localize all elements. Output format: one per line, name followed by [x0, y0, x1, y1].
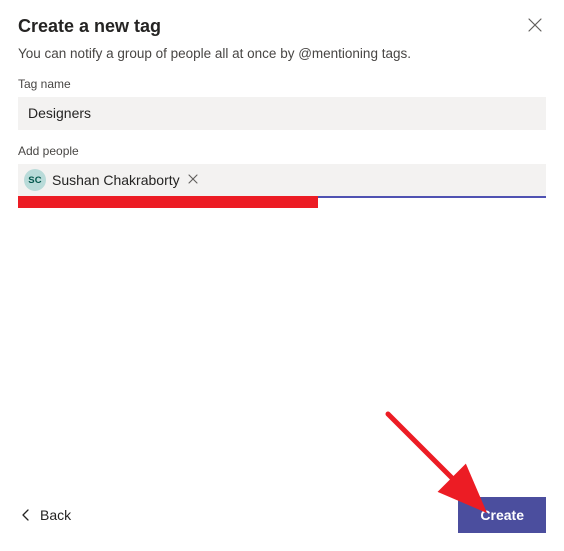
avatar: SC	[24, 169, 46, 191]
add-people-label: Add people	[18, 144, 546, 158]
person-chip-name: Sushan Chakraborty	[52, 172, 180, 188]
dialog-spacer	[18, 208, 546, 487]
redaction-bar	[18, 196, 318, 208]
dialog-title: Create a new tag	[18, 16, 161, 37]
chevron-left-icon	[22, 509, 30, 521]
create-tag-dialog: Create a new tag You can notify a group …	[0, 0, 564, 551]
dialog-header: Create a new tag	[18, 16, 546, 38]
tag-name-label: Tag name	[18, 77, 546, 91]
back-button[interactable]: Back	[18, 501, 75, 529]
person-chip[interactable]: SC Sushan Chakraborty	[24, 169, 200, 191]
tag-name-input[interactable]	[18, 97, 546, 130]
dialog-footer: Back Create	[18, 487, 546, 533]
chip-remove-button[interactable]	[186, 171, 200, 189]
dialog-subtitle: You can notify a group of people all at …	[18, 46, 546, 61]
add-people-input[interactable]: SC Sushan Chakraborty	[18, 164, 546, 198]
create-button[interactable]: Create	[458, 497, 546, 533]
close-button[interactable]	[524, 14, 546, 38]
close-icon	[188, 173, 198, 187]
create-button-label: Create	[480, 507, 524, 523]
tag-name-field: Tag name	[18, 77, 546, 130]
back-button-label: Back	[40, 507, 71, 523]
add-people-field: Add people SC Sushan Chakraborty	[18, 144, 546, 198]
close-icon	[528, 19, 542, 35]
